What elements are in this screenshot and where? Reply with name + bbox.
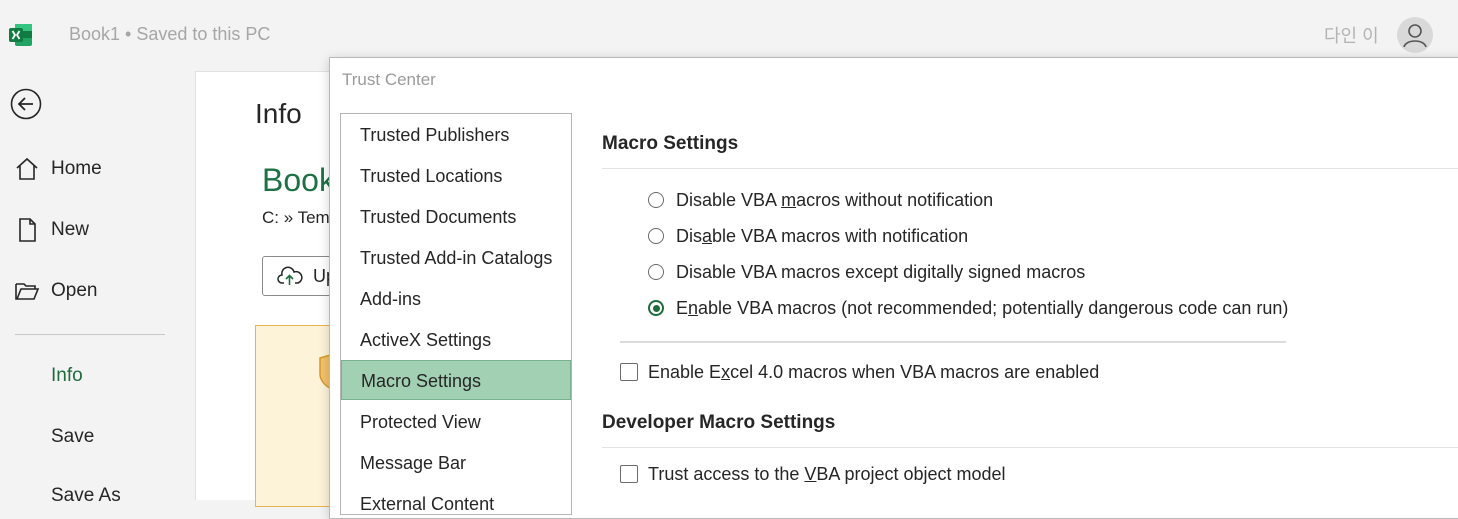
option-label: Enable Excel 4.0 macros when VBA macros … bbox=[648, 361, 1100, 382]
category-message-bar[interactable]: Message Bar bbox=[341, 443, 571, 483]
checkbox[interactable] bbox=[620, 465, 638, 483]
option-label: Enable VBA macros (not recommended; pote… bbox=[676, 297, 1289, 318]
workbook-name: Book bbox=[262, 162, 335, 198]
nav-label: Open bbox=[51, 280, 98, 301]
radio-button[interactable] bbox=[648, 228, 664, 244]
options-divider bbox=[620, 341, 1286, 343]
section-divider bbox=[602, 168, 1458, 169]
new-document-icon bbox=[14, 217, 40, 243]
home-icon bbox=[14, 156, 40, 182]
user-name[interactable]: 다인 이 bbox=[1324, 22, 1379, 48]
nav-label: Save As bbox=[51, 485, 121, 506]
nav-divider bbox=[15, 334, 165, 335]
nav-label: Save bbox=[51, 426, 95, 447]
document-title: Book1 • Saved to this PC bbox=[69, 24, 271, 44]
category-trusted-add-in-catalogs[interactable]: Trusted Add-in Catalogs bbox=[341, 238, 571, 278]
radio-disable-except-signed[interactable]: Disable VBA macros except digitally sign… bbox=[648, 257, 1085, 287]
nav-label: New bbox=[51, 219, 90, 240]
person-icon bbox=[1403, 24, 1427, 48]
page-title: Info bbox=[255, 98, 302, 129]
category-trusted-locations[interactable]: Trusted Locations bbox=[341, 156, 571, 196]
backstage-nav: Home New Open Info Save Save As bbox=[0, 70, 195, 506]
category-macro-settings[interactable]: Macro Settings bbox=[341, 360, 571, 400]
radio-button-selected[interactable] bbox=[648, 300, 664, 316]
trust-center-dialog: Trust Center Trusted Publishers Trusted … bbox=[329, 57, 1458, 519]
dialog-title: Trust Center bbox=[342, 70, 436, 89]
checkbox-enable-excel4-macros[interactable]: Enable Excel 4.0 macros when VBA macros … bbox=[620, 357, 1099, 387]
radio-enable-all-macros[interactable]: Enable VBA macros (not recommended; pote… bbox=[648, 293, 1288, 323]
cloud-upload-icon bbox=[277, 266, 303, 285]
developer-macro-settings-heading: Developer Macro Settings bbox=[602, 412, 836, 433]
category-protected-view[interactable]: Protected View bbox=[341, 402, 571, 442]
folder-open-icon bbox=[14, 278, 40, 304]
category-trusted-documents[interactable]: Trusted Documents bbox=[341, 197, 571, 237]
option-label: Disable VBA macros with notification bbox=[676, 225, 969, 246]
back-arrow-icon[interactable] bbox=[10, 88, 42, 120]
radio-button[interactable] bbox=[648, 192, 664, 208]
nav-item-open[interactable]: Open bbox=[14, 271, 194, 311]
option-label: Disable VBA macros except digitally sign… bbox=[676, 261, 1086, 282]
radio-disable-without-notification[interactable]: Disable VBA macros without notification bbox=[648, 185, 993, 215]
nav-item-home[interactable]: Home bbox=[14, 149, 194, 189]
nav-label: Home bbox=[51, 158, 102, 179]
section-divider bbox=[602, 447, 1458, 448]
nav-item-new[interactable]: New bbox=[14, 210, 194, 250]
category-list: Trusted Publishers Trusted Locations Tru… bbox=[340, 113, 572, 515]
category-activex-settings[interactable]: ActiveX Settings bbox=[341, 320, 571, 360]
radio-disable-with-notification[interactable]: Disable VBA macros with notification bbox=[648, 221, 968, 251]
option-label: Disable VBA macros without notification bbox=[676, 189, 994, 210]
category-external-content[interactable]: External Content bbox=[341, 484, 571, 514]
option-label: Trust access to the VBA project object m… bbox=[648, 463, 1006, 484]
checkbox[interactable] bbox=[620, 363, 638, 381]
radio-button[interactable] bbox=[648, 264, 664, 280]
file-path: C: » Tem bbox=[262, 208, 330, 227]
avatar[interactable] bbox=[1397, 17, 1433, 53]
checkbox-trust-vba-project[interactable]: Trust access to the VBA project object m… bbox=[620, 459, 1006, 489]
macro-settings-heading: Macro Settings bbox=[602, 133, 739, 154]
excel-logo-icon bbox=[9, 24, 32, 46]
category-add-ins[interactable]: Add-ins bbox=[341, 279, 571, 319]
nav-label: Info bbox=[51, 365, 83, 386]
category-trusted-publishers[interactable]: Trusted Publishers bbox=[341, 115, 571, 155]
